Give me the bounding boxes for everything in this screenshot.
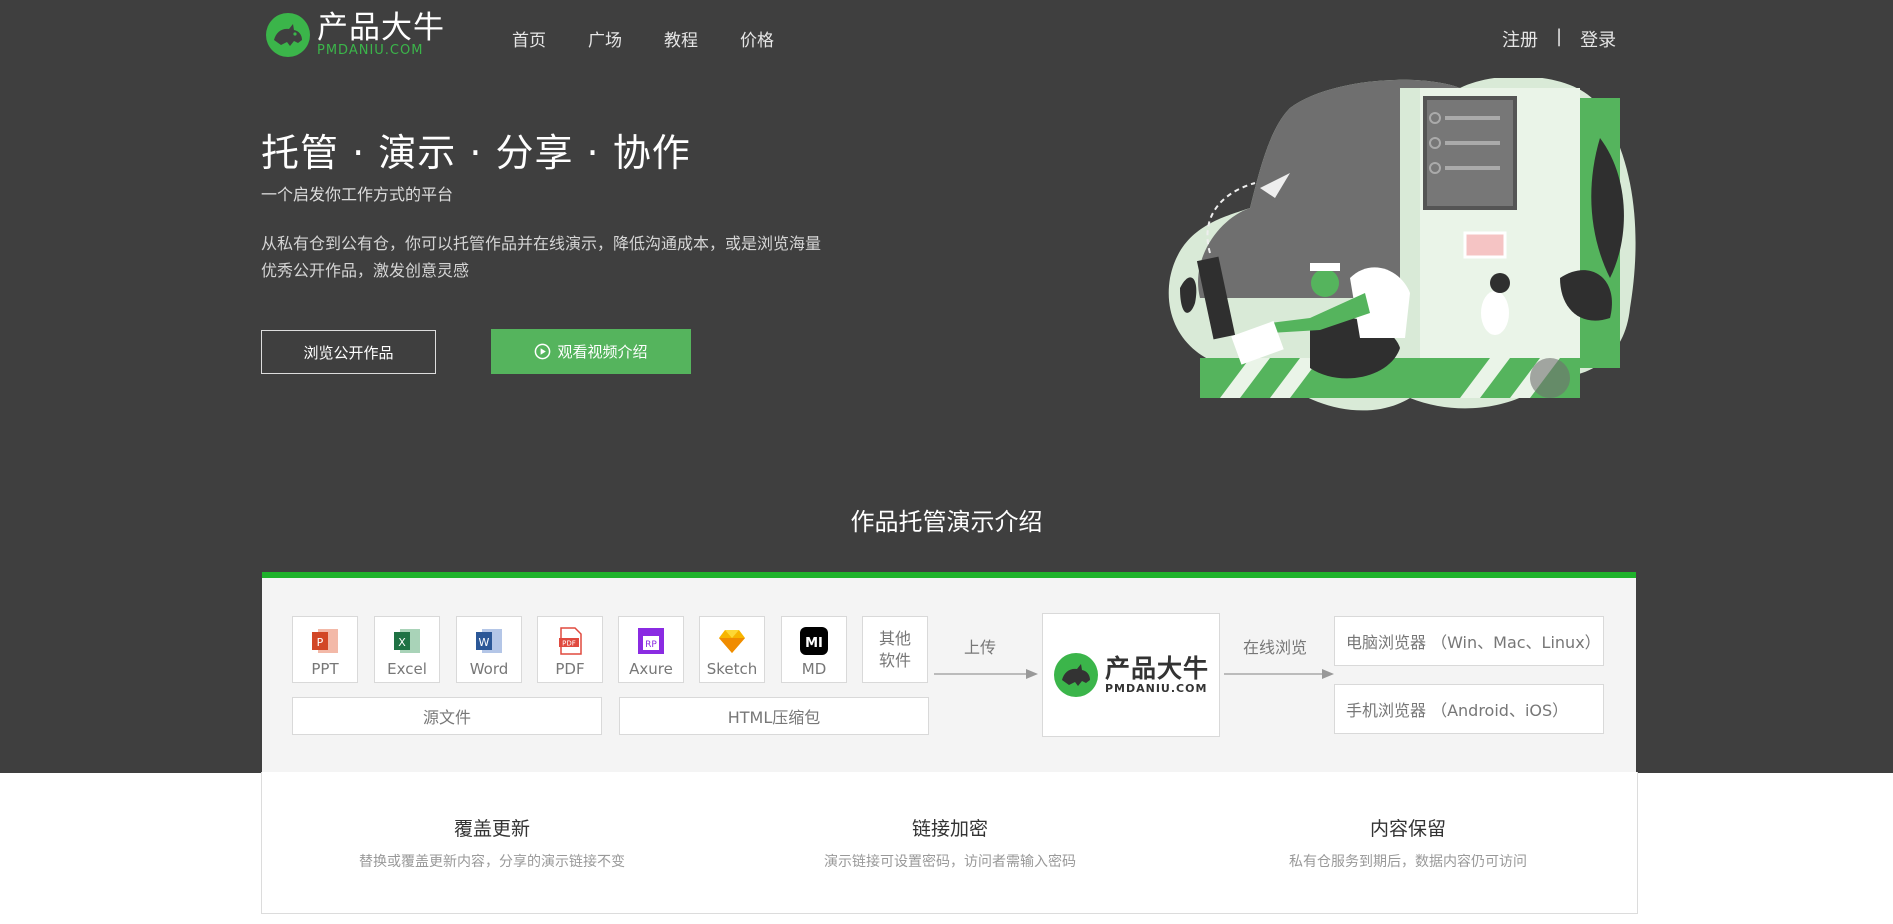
online-view-arrow-icon	[1224, 669, 1334, 679]
browse-button-label: 浏览公开作品	[303, 343, 394, 362]
nav-item-tutorial[interactable]: 教程	[664, 26, 698, 51]
upload-arrow-icon	[934, 669, 1038, 679]
platform-name-cn: 产品大牛	[1104, 653, 1209, 683]
hero-illustration	[1168, 78, 1636, 411]
auth-separator: |	[1556, 26, 1563, 47]
word-icon: W	[476, 629, 502, 653]
ppt-icon: P	[312, 629, 338, 653]
feature-title: 链接加密	[911, 818, 988, 840]
file-type-ppt: P PPT	[292, 616, 358, 683]
html-package-label: HTML压缩包	[727, 708, 821, 727]
svg-text:RP: RP	[645, 640, 657, 650]
sketch-icon	[719, 630, 745, 653]
feature-title: 覆盖更新	[453, 818, 530, 840]
auth-links: 注册 | 登录	[1502, 26, 1616, 52]
feature-overwrite-update: 覆盖更新 替换或覆盖更新内容，分享的演示链接不变	[292, 814, 692, 871]
file-type-label: PPT	[311, 660, 339, 678]
file-type-markdown: MI MD	[781, 616, 847, 683]
hero-subtitle: 一个启发你工作方式的平台	[261, 185, 454, 204]
online-view-label: 在线浏览	[1243, 638, 1308, 657]
mobile-browser-label: 手机浏览器 （Android、iOS）	[1346, 701, 1569, 720]
rhino-logo-icon	[1053, 653, 1098, 697]
workflow-panel: P PPT X Excel W Word PDF PDF RP Axure Sk…	[262, 572, 1636, 772]
axure-icon: RP	[638, 628, 664, 654]
watch-video-button[interactable]: 观看视频介绍	[491, 329, 691, 374]
file-type-sketch: Sketch	[699, 616, 765, 683]
feature-description: 私有仓服务到期后，数据内容仍可访问	[1289, 854, 1527, 870]
feature-content-retention: 内容保留 私有仓服务到期后，数据内容仍可访问	[1208, 814, 1608, 871]
login-link[interactable]: 登录	[1580, 26, 1616, 52]
svg-text:PDF: PDF	[562, 640, 576, 648]
file-type-label: Word	[469, 660, 509, 678]
platform-box: 产品大牛 PMDANIU.COM	[1042, 613, 1220, 737]
desktop-browser-label: 电脑浏览器 （Win、Mac、Linux）	[1346, 633, 1601, 652]
desktop-browser-box: 电脑浏览器 （Win、Mac、Linux）	[1334, 616, 1604, 666]
file-type-pdf: PDF PDF	[537, 616, 603, 683]
file-type-word: W Word	[456, 616, 522, 683]
nav-item-pricing[interactable]: 价格	[740, 26, 774, 51]
svg-text:P: P	[317, 636, 324, 649]
play-circle-icon	[535, 343, 551, 360]
file-type-other: 其他软件	[862, 616, 928, 683]
file-type-label: Excel	[387, 660, 427, 678]
register-link[interactable]: 注册	[1502, 26, 1538, 52]
main-nav: 首页 广场 教程 价格	[512, 26, 816, 51]
html-package-group: HTML压缩包	[619, 697, 929, 735]
hero-description: 从私有仓到公有仓，你可以托管作品并在线演示，降低沟通成本，或是浏览海量优秀公开作…	[261, 234, 822, 280]
rhino-logo-icon	[266, 13, 310, 57]
file-type-axure: RP Axure	[618, 616, 684, 683]
feature-link-encryption: 链接加密 演示链接可设置密码，访问者需输入密码	[750, 814, 1150, 871]
pdf-icon: PDF	[559, 627, 582, 655]
section-title: 作品托管演示介绍	[850, 508, 1043, 536]
svg-text:X: X	[398, 636, 406, 649]
feature-title: 内容保留	[1369, 818, 1446, 840]
feature-description: 替换或覆盖更新内容，分享的演示链接不变	[359, 854, 625, 870]
nav-item-home[interactable]: 首页	[512, 26, 546, 51]
file-type-label: Sketch	[706, 660, 758, 678]
logo-name-en: PMDANIU.COM	[317, 43, 424, 58]
file-type-label: PDF	[555, 660, 585, 678]
file-type-label: MD	[801, 660, 827, 678]
svg-text:W: W	[479, 636, 490, 649]
upload-label: 上传	[964, 638, 997, 657]
source-files-group: 源文件	[292, 697, 602, 735]
site-logo[interactable]: 产品大牛 PMDANIU.COM	[265, 12, 445, 58]
feature-description: 演示链接可设置密码，访问者需输入密码	[824, 854, 1076, 870]
platform-name-en: PMDANIU.COM	[1104, 681, 1208, 695]
video-button-label: 观看视频介绍	[557, 343, 648, 361]
other-software-label: 其他软件	[878, 628, 911, 670]
nav-item-plaza[interactable]: 广场	[588, 26, 622, 51]
hero-title: 托管 · 演示 · 分享 · 协作	[261, 131, 691, 175]
file-type-label: Axure	[629, 660, 673, 678]
file-type-excel: X Excel	[374, 616, 440, 683]
features-panel: 覆盖更新 替换或覆盖更新内容，分享的演示链接不变 链接加密 演示链接可设置密码，…	[261, 772, 1638, 914]
browse-public-works-button[interactable]: 浏览公开作品	[261, 330, 436, 374]
excel-icon: X	[394, 629, 420, 653]
mobile-browser-box: 手机浏览器 （Android、iOS）	[1334, 684, 1604, 734]
markdown-icon: MI	[800, 627, 828, 655]
logo-name-cn: 产品大牛	[317, 10, 445, 46]
svg-text:MI: MI	[805, 636, 823, 651]
source-files-label: 源文件	[422, 708, 471, 727]
